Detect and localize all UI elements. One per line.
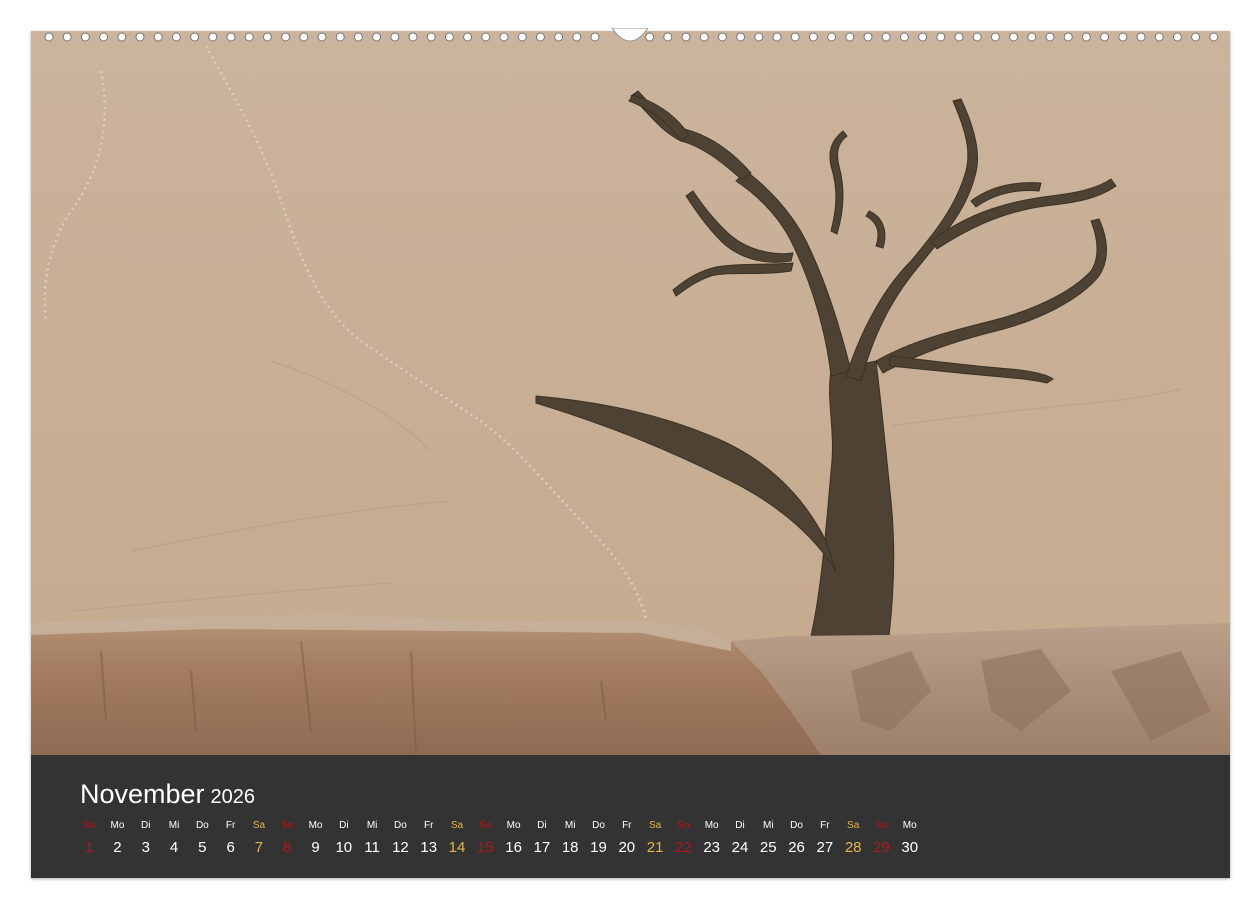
day-number: 12 — [392, 839, 409, 856]
day-number: 4 — [169, 839, 179, 856]
weekday-label: Di — [141, 820, 151, 831]
weekday-label: Mo — [704, 820, 719, 831]
weekday-label: Mi — [366, 820, 378, 831]
weekday-label: Sa — [847, 820, 860, 831]
weekday-label: So — [875, 820, 888, 831]
calendar-day: Di 24 — [726, 819, 754, 857]
calendar-day: So 1 — [75, 819, 103, 857]
weekday-label: Mo — [110, 820, 125, 831]
weekday-label: Di — [339, 820, 349, 831]
weekday-label: Fr — [820, 820, 830, 831]
calendar-day: Sa 14 — [443, 819, 471, 857]
year-label: 2026 — [210, 786, 256, 808]
weekday-label: Mi — [762, 820, 774, 831]
calendar-day: Mo 23 — [698, 819, 726, 857]
weekday-label: Do — [394, 820, 407, 831]
calendar-day: Mi 11 — [358, 819, 386, 857]
weekday-label: Do — [592, 820, 605, 831]
weekday-label: Di — [735, 820, 745, 831]
day-number: 23 — [703, 839, 721, 856]
day-number: 28 — [844, 839, 862, 856]
day-number: 20 — [618, 839, 636, 856]
calendar-day: Mo 2 — [103, 819, 131, 857]
day-number: 13 — [420, 839, 438, 856]
calendar-day: Do 12 — [386, 819, 414, 857]
day-number: 14 — [448, 839, 466, 856]
calendar-day: Mi 25 — [754, 819, 782, 857]
weekday-label: So — [281, 820, 294, 831]
weekday-label: Mi — [564, 820, 576, 831]
weekday-label: Fr — [225, 820, 236, 831]
weekday-label: Mo — [506, 820, 521, 831]
day-number: 9 — [311, 839, 320, 856]
day-number: 2 — [113, 839, 122, 856]
calendar-day: So 22 — [669, 819, 697, 857]
day-number: 1 — [84, 839, 94, 856]
calendar-title: November 2026 — [80, 779, 255, 810]
weekday-label: So — [479, 820, 492, 831]
calendar-day: Di 3 — [132, 819, 160, 857]
weekday-label: Mi — [168, 820, 180, 831]
weekday-label: Do — [195, 820, 209, 831]
calendar-day: Sa 7 — [245, 819, 273, 857]
day-number: 18 — [561, 839, 579, 856]
calendar-day: Fr 20 — [613, 819, 641, 857]
desert-photo — [31, 31, 1230, 755]
calendar-day: So 15 — [471, 819, 499, 857]
day-number: 25 — [759, 839, 777, 856]
weekday-label: Fr — [423, 820, 434, 831]
calendar-day: Mo 30 — [896, 819, 924, 857]
weekday-label: Sa — [450, 820, 464, 831]
calendar-day: Fr 6 — [216, 819, 244, 857]
calendar-days: So 1 Mo 2 Di 3 Mi 4 Do 5 Fr 6 Sa 7 So 8 Mo 9 Di 10 Mi 11 Do 12 F… — [75, 819, 924, 857]
day-number: 26 — [788, 839, 805, 856]
calendar-day: Sa 28 — [839, 819, 867, 857]
calendar-day: Do 26 — [782, 819, 810, 857]
day-number: 21 — [646, 839, 664, 856]
calendar-day: Sa 21 — [641, 819, 669, 857]
day-number: 24 — [731, 839, 749, 856]
month-label: November — [80, 779, 205, 809]
day-number: 22 — [675, 839, 692, 856]
day-number: 5 — [198, 839, 207, 856]
day-number: 30 — [901, 839, 919, 856]
day-number: 6 — [226, 839, 235, 856]
day-number: 3 — [141, 839, 150, 856]
calendar-day: Do 5 — [188, 819, 216, 857]
weekday-label: Fr — [622, 820, 632, 831]
weekday-label: Di — [537, 820, 547, 831]
calendar-day: Fr 27 — [811, 819, 839, 857]
weekday-label: Do — [790, 820, 803, 831]
calendar-day: Mi 18 — [556, 819, 584, 857]
calendar-day: So 8 — [273, 819, 301, 857]
day-number: 10 — [335, 839, 353, 856]
calendar-page: November 2026 So 1 Mo 2 Di 3 Mi 4 Do 5 Fr 6 Sa 7 So 8 Mo 9… — [31, 31, 1230, 878]
day-number: 17 — [533, 839, 551, 856]
weekday-label: So — [83, 820, 96, 831]
calendar-day: So 29 — [867, 819, 895, 857]
calendar-day: Di 10 — [330, 819, 358, 857]
calendar-day: Do 19 — [584, 819, 612, 857]
calendar-day: Mo 9 — [301, 819, 329, 857]
weekday-label: So — [677, 820, 690, 831]
day-number: 16 — [505, 839, 522, 856]
day-number: 11 — [364, 839, 380, 856]
day-number: 19 — [590, 839, 607, 856]
calendar-day: Fr 13 — [415, 819, 443, 857]
weekday-label: Sa — [648, 820, 662, 831]
calendar-day: Di 17 — [528, 819, 556, 857]
day-number: 29 — [873, 839, 890, 856]
day-number: 27 — [816, 839, 834, 856]
day-number: 8 — [283, 839, 292, 856]
day-number: 15 — [476, 839, 494, 856]
weekday-label: Sa — [252, 820, 266, 831]
calendar-day: Mi 4 — [160, 819, 188, 857]
calendar-strip: November 2026 So 1 Mo 2 Di 3 Mi 4 Do 5 Fr 6 Sa 7 So 8 Mo 9… — [31, 755, 1230, 878]
weekday-label: Mo — [308, 820, 323, 831]
day-number: 7 — [254, 839, 264, 856]
weekday-label: Mo — [902, 820, 917, 831]
calendar-day: Mo 16 — [499, 819, 527, 857]
